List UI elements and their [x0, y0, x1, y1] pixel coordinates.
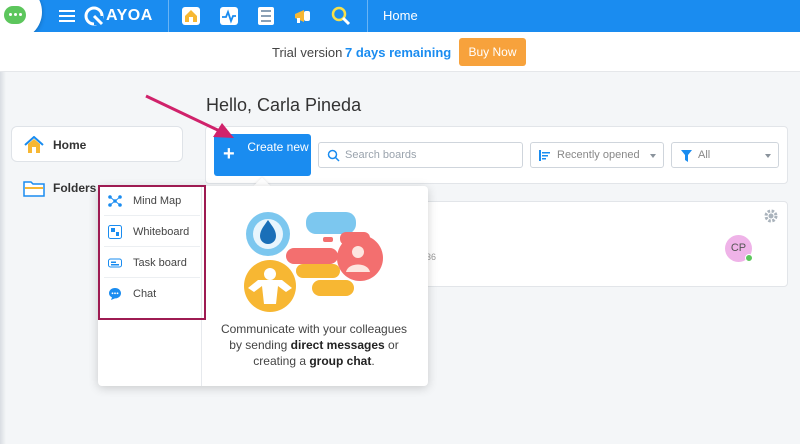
chat-illustration — [244, 212, 383, 312]
sort-value: Recently opened — [557, 149, 640, 161]
search-icon[interactable] — [330, 5, 352, 27]
chat-description: Communicate with your colleagues by send… — [220, 322, 408, 368]
buy-now-button[interactable]: Buy Now — [459, 38, 526, 66]
sort-icon — [539, 150, 550, 161]
filter-icon — [681, 150, 692, 162]
online-status-dot — [745, 254, 753, 262]
gear-icon[interactable] — [763, 208, 779, 224]
chevron-down-icon — [765, 154, 771, 158]
megaphone-icon[interactable] — [292, 5, 314, 27]
trial-banner: Trial version 7 days remaining Buy Now — [0, 32, 800, 72]
trial-label: Trial version — [272, 45, 343, 60]
chevron-down-icon — [650, 154, 656, 158]
app-name: AYOA — [106, 7, 153, 24]
home-icon[interactable] — [180, 5, 202, 27]
sidebar-item-label: Folders — [53, 181, 97, 195]
chat-icon — [4, 6, 26, 24]
sidebar-item-label: Home — [53, 138, 87, 152]
create-new-label: Create new — [247, 140, 309, 154]
filter-select[interactable]: All — [671, 142, 779, 168]
home-icon — [24, 136, 44, 153]
menu-highlight-box — [98, 185, 206, 320]
sort-select[interactable]: Recently opened — [530, 142, 664, 168]
activity-icon[interactable] — [218, 5, 240, 27]
top-bar: AYOA Home — [0, 0, 800, 40]
filter-value: All — [698, 149, 711, 161]
pointer-arrow — [145, 94, 234, 138]
menu-icon[interactable] — [59, 10, 75, 22]
boards-icon[interactable] — [255, 5, 277, 27]
panel-edge — [0, 72, 6, 444]
folder-icon — [23, 181, 45, 197]
ayoa-logo-icon — [84, 6, 104, 26]
breadcrumb: Home — [383, 8, 418, 23]
search-placeholder: Search boards — [345, 149, 417, 161]
search-boards-input[interactable]: Search boards — [318, 142, 523, 168]
trial-days-remaining: 7 days remaining — [345, 45, 452, 60]
search-icon — [327, 149, 340, 162]
